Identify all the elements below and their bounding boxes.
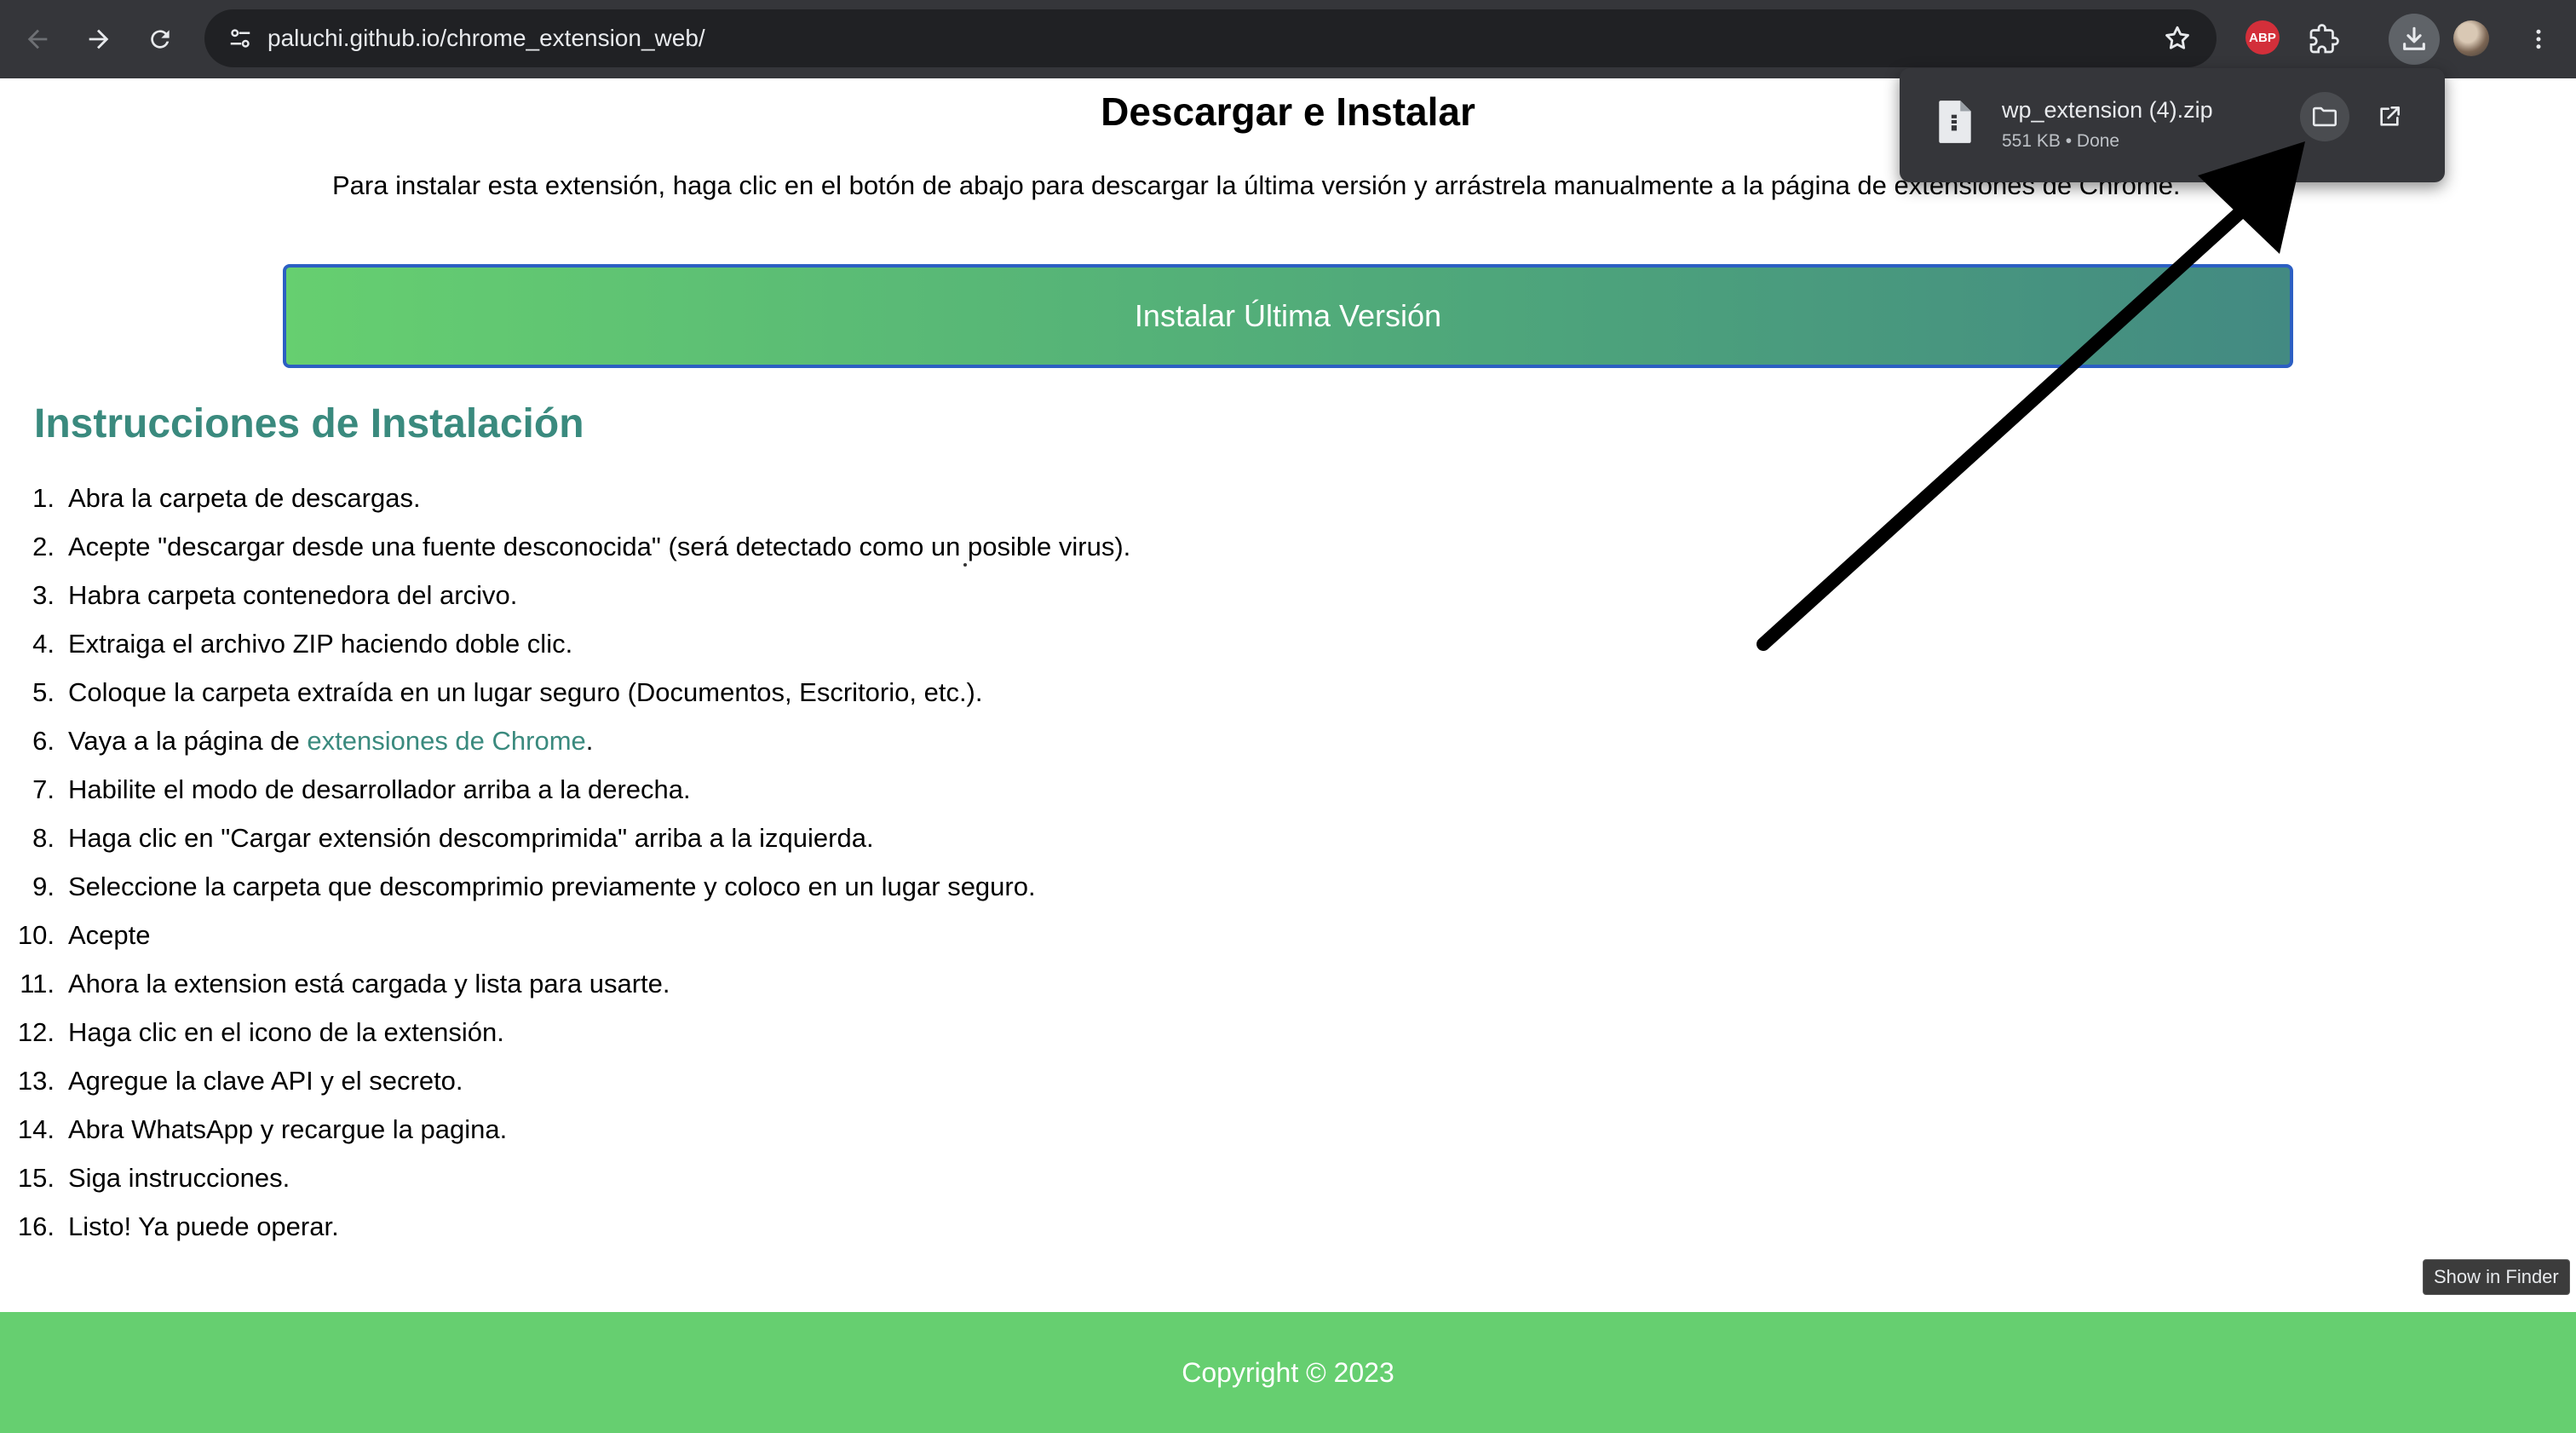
step-text-before: Vaya a la página de: [68, 726, 308, 756]
address-bar[interactable]: paluchi.github.io/chrome_extension_web/: [204, 9, 2217, 67]
step-number: 6.: [32, 726, 55, 756]
step-number: 7.: [32, 774, 55, 804]
zip-file-icon: [1939, 101, 1971, 143]
folder-icon: [2312, 106, 2337, 127]
step-text-after: .: [585, 726, 594, 756]
step-number: 4.: [32, 629, 55, 659]
step-text: Abra la carpeta de descargas.: [68, 483, 421, 513]
step-number: 1.: [32, 483, 55, 513]
download-status: 551 KB • Done: [2002, 131, 2120, 151]
back-arrow-icon: [27, 29, 48, 49]
reload-icon: [151, 30, 170, 49]
step-number: 11.: [20, 969, 55, 998]
show-in-finder-tooltip: Show in Finder: [2423, 1259, 2570, 1295]
browser-toolbar: paluchi.github.io/chrome_extension_web/ …: [0, 0, 2576, 78]
step-text: Seleccione la carpeta que descomprimio p…: [68, 872, 1036, 901]
profile-avatar[interactable]: [2453, 20, 2489, 56]
url-text[interactable]: paluchi.github.io/chrome_extension_web/: [267, 9, 705, 67]
step-number: 13.: [17, 1066, 55, 1096]
step-text: Habra carpeta contenedora del arcivo.: [68, 580, 518, 610]
step-number: 3.: [32, 580, 55, 610]
step-text: Habilite el modo de desarrollador arriba…: [68, 774, 691, 804]
step-number: 16.: [17, 1211, 55, 1241]
open-file-button[interactable]: [2365, 92, 2414, 141]
show-in-folder-button[interactable]: [2300, 92, 2349, 141]
step-number: 14.: [17, 1114, 55, 1144]
downloads-button[interactable]: [2389, 14, 2440, 65]
site-info-icon: [230, 29, 250, 48]
step-text: Extraiga el archivo ZIP haciendo doble c…: [68, 629, 573, 659]
page-footer: Copyright © 2023: [0, 1312, 2576, 1433]
open-external-icon: [2380, 106, 2400, 126]
back-button[interactable]: [12, 14, 63, 65]
step-text: Ahora la extension está cargada y lista …: [68, 969, 670, 998]
extensions-button[interactable]: [2298, 14, 2349, 65]
step-number: 15.: [17, 1163, 55, 1193]
copyright-text: Copyright © 2023: [1182, 1356, 1394, 1388]
step-number: 8.: [32, 823, 55, 853]
step-number: 5.: [32, 677, 55, 707]
chrome-extensions-link[interactable]: extensiones de Chrome: [307, 726, 585, 756]
step-text: Acepte "descargar desde una fuente desco…: [68, 532, 1131, 561]
adblock-extension-button[interactable]: ABP: [2245, 20, 2280, 55]
site-info-button[interactable]: [216, 14, 264, 62]
bookmark-button[interactable]: [2153, 14, 2201, 62]
kebab-menu-icon: [2536, 29, 2541, 49]
cursor-dot: [963, 563, 967, 567]
download-icon: [2403, 26, 2425, 50]
install-latest-button[interactable]: Instalar Última Versión: [283, 264, 2293, 368]
forward-button[interactable]: [73, 14, 124, 65]
bookmark-star-icon: [2165, 26, 2189, 49]
instructions-title: Instrucciones de Instalación: [34, 401, 584, 446]
puzzle-extensions-icon: [2309, 24, 2339, 54]
forward-arrow-icon: [89, 29, 109, 49]
step-text: Coloque la carpeta extraída en un lugar …: [68, 677, 983, 707]
step-text: Haga clic en "Cargar extensión descompri…: [68, 823, 874, 853]
step-text: Abra WhatsApp y recargue la pagina.: [68, 1114, 508, 1144]
step-text: Vaya a la página de extensiones de Chrom…: [68, 716, 593, 765]
step-number: 12.: [17, 1017, 55, 1047]
step-text: Agregue la clave API y el secreto.: [68, 1066, 463, 1096]
step-text: Listo! Ya puede operar.: [68, 1211, 339, 1241]
step-number: 10.: [17, 920, 55, 950]
download-bubble: wp_extension (4).zip 551 KB • Done: [1900, 68, 2445, 182]
step-text: Siga instrucciones.: [68, 1163, 290, 1193]
step-number: 2.: [32, 532, 55, 561]
download-filename[interactable]: wp_extension (4).zip: [2002, 97, 2213, 124]
step-text: Haga clic en el icono de la extensión.: [68, 1017, 504, 1047]
step-text: Acepte: [68, 920, 151, 950]
reload-button[interactable]: [135, 14, 186, 65]
step-number: 9.: [32, 872, 55, 901]
menu-button[interactable]: [2513, 14, 2564, 65]
